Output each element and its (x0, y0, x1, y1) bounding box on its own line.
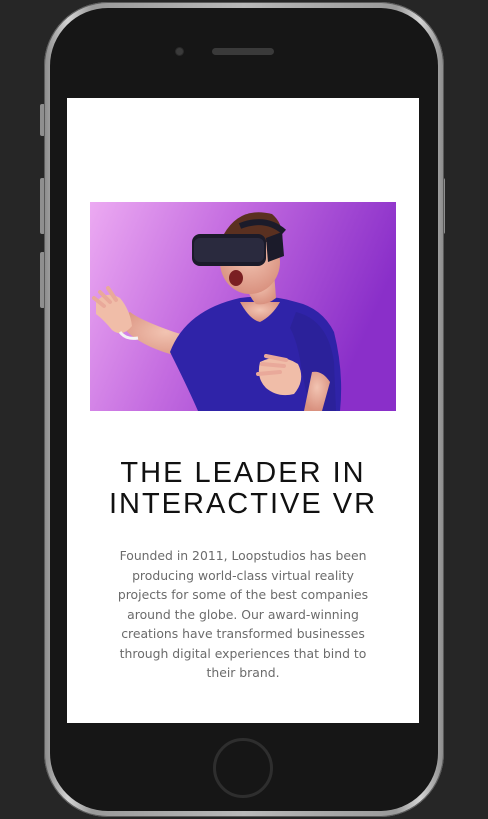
title-line-1: THE LEADER IN (120, 457, 366, 489)
front-camera-icon (176, 48, 183, 55)
title-line-2: INTERACTIVE VR (108, 488, 378, 520)
page-title: THE LEADER IN INTERACTIVE VR (67, 458, 419, 520)
phone-screen: THE LEADER IN INTERACTIVE VR Founded in … (67, 98, 419, 723)
hero-image (90, 202, 396, 411)
earpiece-speaker (212, 48, 274, 55)
hero-description: Founded in 2011, Loopstudios has been pr… (117, 548, 369, 680)
home-button (213, 738, 273, 798)
